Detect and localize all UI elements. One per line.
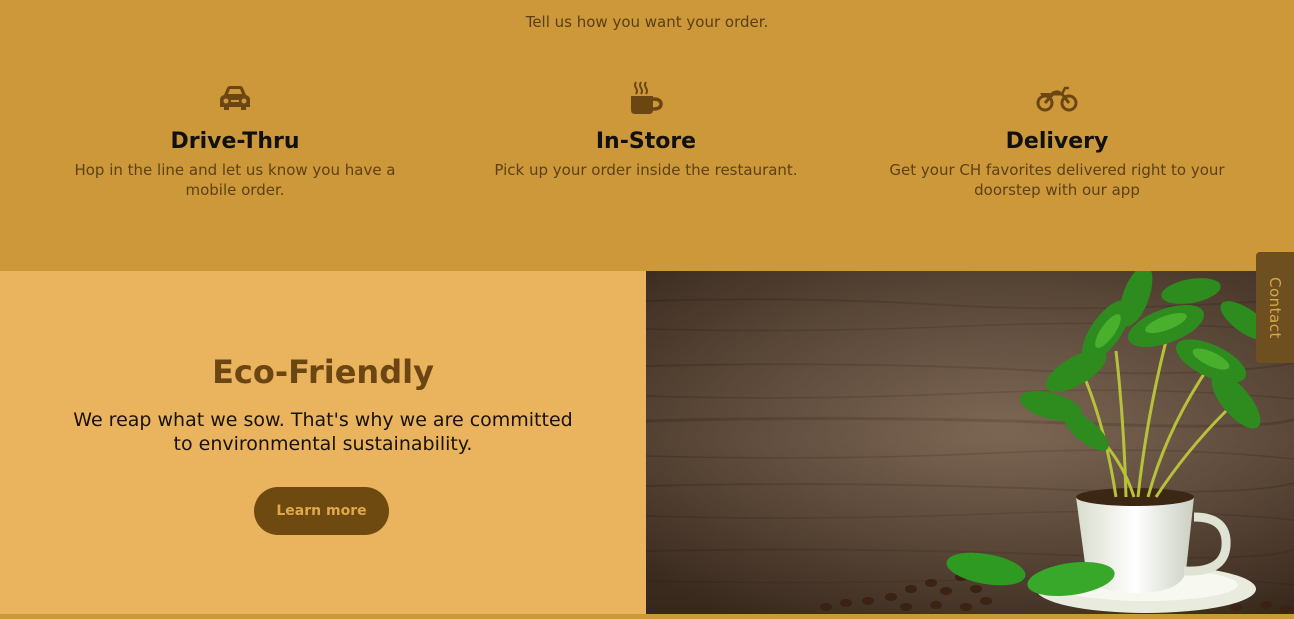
order-intro-text: Tell us how you want your order.: [525, 13, 769, 31]
option-title: In-Store: [595, 129, 697, 154]
option-description: Hop in the line and let us know you have…: [74, 161, 396, 199]
motorcycle-icon: [887, 78, 1227, 118]
option-title: Drive-Thru: [170, 129, 300, 154]
order-options-section: Tell us how you want your order. Drive-T…: [0, 0, 1294, 271]
option-description: Get your CH favorites delivered right to…: [889, 161, 1225, 199]
eco-title: Eco-Friendly: [212, 353, 434, 391]
option-drive-thru: Drive-Thru Hop in the line and let us kn…: [65, 78, 405, 200]
coffee-cup-icon: [476, 78, 816, 118]
contact-tab-label: Contact: [1266, 276, 1284, 339]
car-icon: [65, 78, 405, 118]
option-title: Delivery: [1005, 129, 1109, 154]
option-in-store: In-Store Pick up your order inside the r…: [476, 78, 816, 180]
eco-friendly-section: Eco-Friendly We reap what we sow. That's…: [0, 271, 646, 614]
bottom-strip: [0, 614, 1294, 619]
coffee-plant-photo: [646, 271, 1294, 614]
eco-text: We reap what we sow. That's why we are c…: [73, 409, 573, 455]
contact-tab[interactable]: Contact: [1256, 252, 1294, 363]
option-description: Pick up your order inside the restaurant…: [494, 161, 798, 179]
learn-more-button[interactable]: Learn more: [254, 487, 389, 535]
option-delivery: Delivery Get your CH favorites delivered…: [887, 78, 1227, 200]
